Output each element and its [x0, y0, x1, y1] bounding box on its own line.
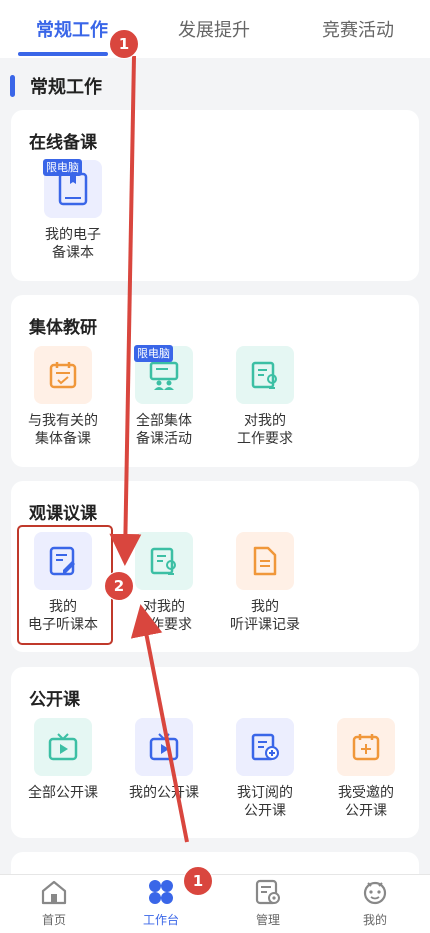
nav-manage[interactable]: 管理	[228, 879, 308, 928]
item-invited-open-classes[interactable]: 我受邀的 公开课	[316, 718, 416, 820]
item-label: 对我的 工作要求	[136, 599, 192, 633]
item-my-open-classes[interactable]: 我的公开课	[114, 718, 214, 802]
tab-competition[interactable]: 竞赛活动	[322, 16, 394, 42]
manage-icon	[255, 879, 280, 905]
top-tab-bar: 常规工作 发展提升 竞赛活动	[0, 0, 430, 58]
card-online-prep: 在线备课 限电脑 我的电子 备课本	[11, 110, 419, 281]
item-work-requirements[interactable]: 对我的 工作要求	[215, 346, 315, 448]
item-related-group-prep[interactable]: 与我有关的 集体备课	[13, 346, 113, 448]
highlight-box	[17, 525, 113, 645]
certificate-icon	[236, 346, 294, 404]
pc-only-badge: 限电脑	[134, 345, 173, 362]
subscribe-doc-icon	[236, 718, 294, 776]
item-my-electronic-prep-book[interactable]: 限电脑 我的电子 备课本	[23, 159, 123, 262]
card-title: 公开课	[29, 690, 80, 710]
item-label: 与我有关的 集体备课	[28, 413, 98, 447]
nav-home[interactable]: 首页	[14, 879, 94, 928]
pc-only-badge: 限电脑	[43, 159, 82, 176]
nav-label: 我的	[362, 913, 387, 927]
board-people-icon: 限电脑	[134, 345, 193, 404]
item-label: 对我的 工作要求	[237, 413, 293, 447]
tv-icon	[135, 718, 193, 776]
section-accent-bar	[10, 75, 15, 97]
tab-development[interactable]: 发展提升	[178, 16, 250, 42]
card-title: 在线备课	[29, 133, 97, 153]
section-heading: 常规工作	[10, 74, 102, 98]
home-icon	[41, 880, 67, 905]
bottom-nav: 首页 工作台 管理 我的	[0, 874, 430, 933]
tv-icon	[34, 718, 92, 776]
book-icon: 限电脑	[43, 159, 102, 218]
item-all-group-prep[interactable]: 限电脑 全部集体 备课活动	[114, 345, 214, 448]
step-marker: 1	[109, 29, 139, 59]
item-subscribed-open-classes[interactable]: 我订阅的 公开课	[215, 718, 315, 820]
item-all-open-classes[interactable]: 全部公开课	[13, 718, 113, 802]
nav-profile[interactable]: 我的	[335, 879, 415, 928]
item-label: 全部公开课	[28, 785, 98, 801]
card-open-class: 公开课 全部公开课 我的公开课 我订阅的 公开课 我受邀的 公开课	[11, 667, 419, 838]
item-label: 全部集体 备课活动	[136, 413, 192, 447]
card-title: 观课议课	[29, 504, 97, 524]
workbench-icon	[149, 880, 173, 904]
nav-label: 首页	[41, 913, 66, 927]
calendar-plus-icon	[337, 718, 395, 776]
step-marker: 1	[183, 866, 213, 896]
item-label: 我的电子 备课本	[45, 227, 101, 261]
certificate-icon	[135, 532, 193, 590]
active-tab-indicator	[18, 52, 108, 56]
calendar-check-icon	[34, 346, 92, 404]
document-list-icon	[236, 532, 294, 590]
item-listening-records[interactable]: 我的 听评课记录	[215, 532, 315, 634]
nav-label: 工作台	[142, 913, 179, 927]
item-label: 我的公开课	[129, 785, 199, 801]
item-label: 我的 听评课记录	[230, 599, 300, 633]
item-label: 我受邀的 公开课	[338, 785, 394, 819]
profile-icon	[363, 881, 387, 905]
step-marker: 2	[104, 571, 134, 601]
item-label: 我订阅的 公开课	[237, 785, 293, 819]
card-group-research: 集体教研 与我有关的 集体备课 限电脑 全部集体 备课活动 对我的 工作要求	[11, 295, 419, 467]
card-title: 集体教研	[29, 318, 97, 338]
nav-label: 管理	[255, 913, 280, 927]
tab-routine-work[interactable]: 常规工作	[36, 16, 108, 42]
section-title: 常规工作	[30, 77, 102, 98]
